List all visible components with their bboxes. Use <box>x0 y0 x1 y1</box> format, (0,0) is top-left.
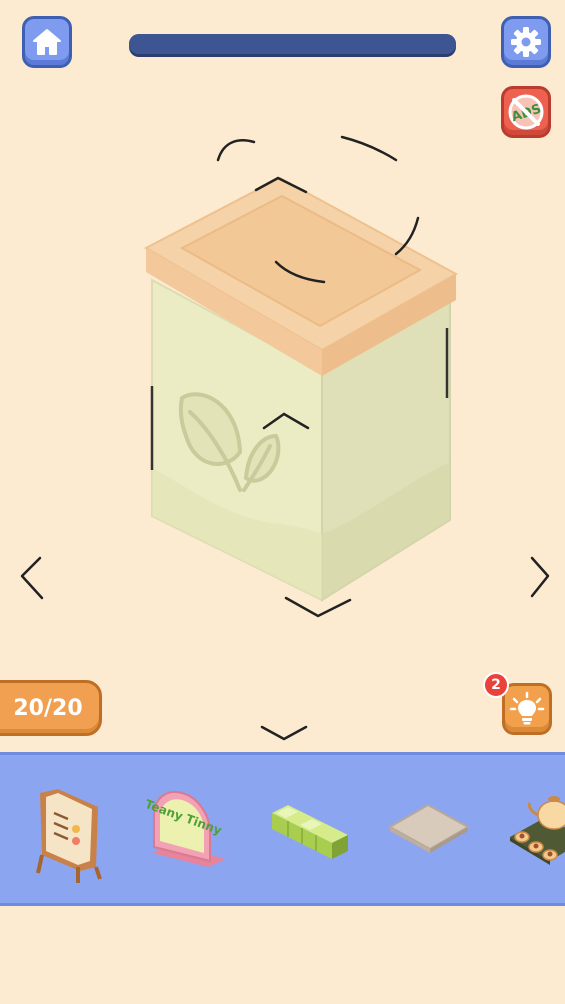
item-tray[interactable]: Teany Tinny <box>0 752 565 906</box>
puzzle-scene <box>20 135 550 618</box>
chevron-left-icon[interactable] <box>20 556 44 600</box>
piece-counter-label: 20/20 <box>13 695 83 721</box>
tray-item-menu-board[interactable] <box>28 775 108 885</box>
tray-item-green-block[interactable] <box>266 775 352 885</box>
tray-item-floor-tile[interactable] <box>386 775 472 885</box>
tray-item-tea-set-tray[interactable] <box>506 775 565 885</box>
tray-item-teany-tinny-sign[interactable]: Teany Tinny <box>146 775 232 885</box>
hint-count-badge: 2 <box>483 672 509 698</box>
chevron-down-icon[interactable] <box>259 724 309 744</box>
piece-counter: 20/20 <box>0 680 102 736</box>
chevron-right-icon[interactable] <box>530 556 550 598</box>
lightbulb-icon <box>509 691 545 725</box>
hint-button[interactable] <box>502 683 552 735</box>
